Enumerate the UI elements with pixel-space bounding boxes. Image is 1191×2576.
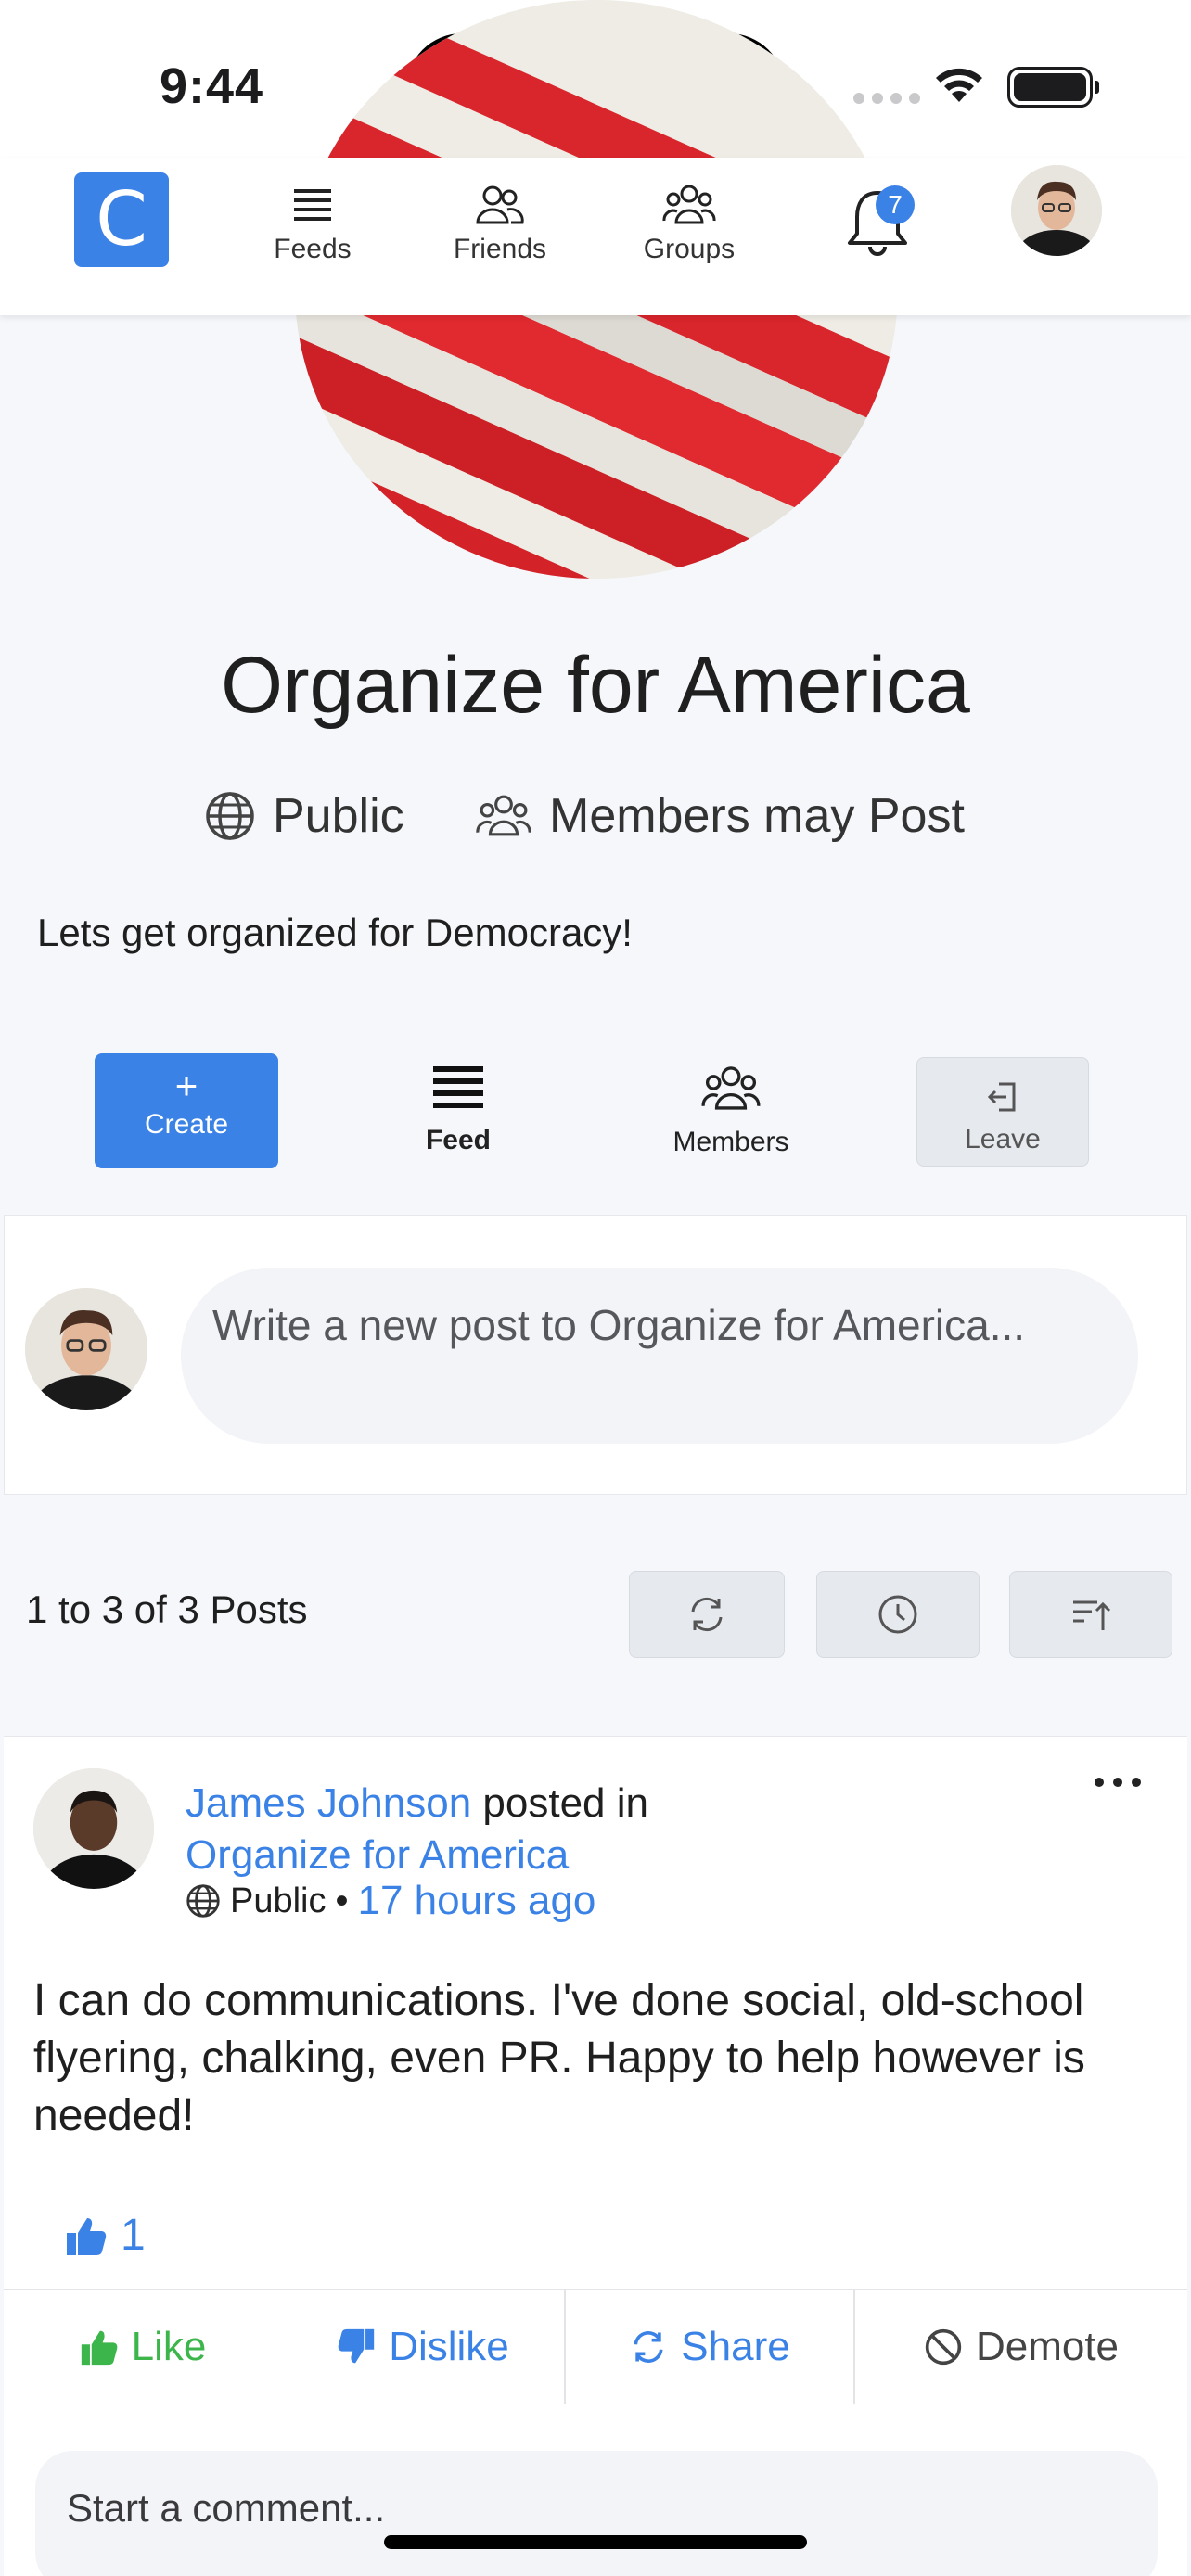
post-actions: Like Dislike Share Demote [4, 2289, 1187, 2404]
create-post-button[interactable]: + Create [95, 1053, 278, 1168]
plus-icon: + [174, 1064, 198, 1107]
home-indicator [384, 2535, 807, 2549]
feeds-icon [294, 189, 331, 221]
tab-members-label: Members [672, 1127, 789, 1157]
comment-input[interactable]: Start a comment... [35, 2451, 1158, 2576]
posted-in-text: posted in [482, 1780, 648, 1826]
members-icon [476, 795, 531, 836]
user-avatar[interactable] [1011, 165, 1102, 256]
demote-label: Demote [975, 2324, 1120, 2369]
leave-label: Leave [965, 1124, 1041, 1154]
new-post-input[interactable]: Write a new post to Organize for America… [181, 1268, 1138, 1444]
post-header: James Johnson posted in Organize for Ame… [186, 1778, 648, 1881]
thumbs-up-icon [81, 2330, 117, 2366]
cellular-signal-icon [853, 93, 920, 104]
post-options-icon[interactable] [1095, 1778, 1141, 1787]
post-card: James Johnson posted in Organize for Ame… [4, 1736, 1187, 2576]
nav-feeds-label: Feeds [274, 234, 352, 264]
globe-icon [206, 792, 254, 840]
sort-order-button[interactable] [1009, 1571, 1172, 1658]
like-count-value: 1 [121, 2211, 146, 2260]
group-title: Organize for America [221, 641, 970, 730]
composer-avatar [25, 1288, 147, 1410]
post-meta: Public • 17 hours ago [186, 1878, 596, 1924]
app-logo[interactable]: C [74, 172, 169, 267]
nav-friends[interactable]: Friends [430, 182, 570, 265]
wifi-icon [936, 68, 982, 102]
group-posting-policy: Members may Post [475, 788, 965, 844]
members-icon [701, 1066, 761, 1110]
post-visibility: Public [230, 1881, 327, 1920]
notification-count-badge: 7 [876, 185, 915, 224]
demote-button[interactable]: Demote [853, 2290, 1187, 2404]
group-visibility: Public [204, 788, 404, 844]
group-visibility-label: Public [273, 789, 404, 843]
nav-feeds[interactable]: Feeds [243, 182, 382, 265]
clock-icon [878, 1595, 917, 1634]
nav-groups[interactable]: Groups [620, 182, 759, 265]
post-body: I can do communications. I've done socia… [33, 1976, 1085, 2140]
thumbs-up-icon [67, 2217, 107, 2255]
thumbs-down-icon [338, 2328, 375, 2364]
top-navigation: C Feeds Friends Groups 7 [0, 158, 1191, 315]
share-label: Share [681, 2324, 790, 2369]
post-group-link[interactable]: Organize for America [186, 1832, 569, 1878]
post-author-avatar[interactable] [33, 1768, 154, 1889]
nav-friends-label: Friends [453, 234, 547, 264]
share-button[interactable]: Share [564, 2290, 853, 2404]
meta-separator: • [335, 1880, 349, 1921]
like-button[interactable]: Like [4, 2290, 282, 2404]
like-count[interactable]: 1 [65, 2210, 146, 2261]
ban-icon [925, 2328, 962, 2366]
status-time: 9:44 [160, 58, 264, 114]
refresh-icon [691, 1597, 723, 1632]
dislike-label: Dislike [389, 2324, 509, 2369]
leave-group-button[interactable]: Leave [916, 1057, 1089, 1167]
sort-ascending-icon [1073, 1600, 1111, 1630]
tab-feed-label: Feed [425, 1125, 492, 1155]
refresh-button[interactable] [629, 1571, 785, 1658]
post-composer: Write a new post to Organize for America… [4, 1215, 1187, 1495]
group-description: Lets get organized for Democracy! [37, 911, 633, 954]
tab-feed[interactable]: Feed [365, 1063, 551, 1156]
globe-icon [186, 1884, 220, 1918]
battery-icon [1007, 67, 1099, 108]
leave-icon [987, 1082, 1016, 1112]
post-author-link[interactable]: James Johnson [186, 1780, 471, 1826]
feed-icon [433, 1066, 483, 1108]
retweet-icon [634, 2331, 663, 2363]
friends-icon [476, 185, 524, 224]
group-posting-policy-label: Members may Post [549, 789, 965, 843]
create-label: Create [144, 1109, 229, 1140]
groups-icon [662, 185, 716, 224]
dislike-button[interactable]: Dislike [282, 2290, 564, 2404]
post-time-link[interactable]: 17 hours ago [358, 1878, 596, 1924]
like-label: Like [131, 2324, 207, 2369]
posts-count: 1 to 3 of 3 Posts [26, 1588, 308, 1631]
nav-groups-label: Groups [643, 234, 736, 264]
sort-by-time-button[interactable] [816, 1571, 980, 1658]
tab-members[interactable]: Members [638, 1063, 824, 1158]
